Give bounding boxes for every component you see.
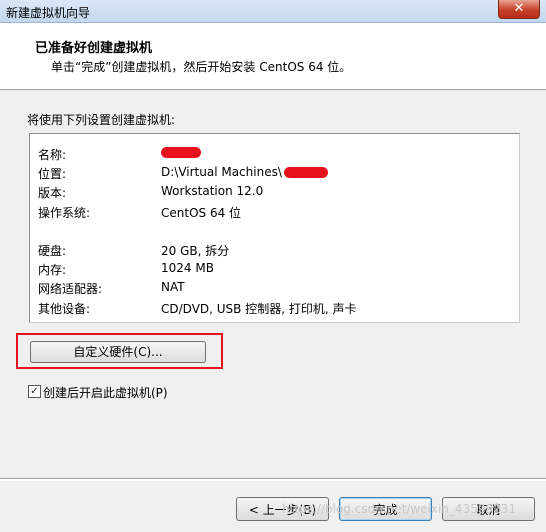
summary-value [161, 146, 201, 160]
title-bar: 新建虚拟机向导 ✕ [0, 0, 546, 23]
summary-value: 20 GB, 拆分 [161, 244, 230, 258]
location-text: D:\Virtual Machines\ [161, 165, 282, 179]
summary-key: 网络适配器: [38, 282, 103, 296]
summary-value: Workstation 12.0 [161, 184, 264, 198]
redaction-mark [283, 167, 328, 178]
close-button[interactable]: ✕ [498, 0, 540, 19]
summary-key: 名称: [38, 148, 67, 162]
power-on-label[interactable]: 创建后开启此虚拟机(P) [43, 384, 168, 401]
watermark-text: https://blog.csdn.net/weixin_43599231 [282, 502, 517, 516]
header-subtitle: 单击“完成”创建虚拟机，然后开始安装 CentOS 64 位。 [51, 60, 352, 74]
summary-key: 版本: [38, 186, 67, 200]
header-title: 已准备好创建虚拟机 [35, 41, 153, 56]
intro-text: 将使用下列设置创建虚拟机: [27, 113, 176, 127]
wizard-header: 已准备好创建虚拟机 单击“完成”创建虚拟机，然后开始安装 CentOS 64 位… [0, 23, 546, 90]
window-title: 新建虚拟机向导 [6, 6, 91, 20]
summary-key: 内存: [38, 263, 67, 277]
summary-value: D:\Virtual Machines\ [161, 165, 328, 179]
summary-key: 硬盘: [38, 244, 67, 258]
power-on-checkbox[interactable]: ✓ [28, 385, 41, 398]
summary-value: NAT [161, 280, 185, 294]
summary-key: 位置: [38, 167, 67, 181]
redaction-mark [161, 147, 201, 158]
summary-value: CD/DVD, USB 控制器, 打印机, 声卡 [161, 302, 357, 316]
settings-summary: 名称: 位置: D:\Virtual Machines\ 版本: Worksta… [29, 133, 520, 323]
summary-value: 1024 MB [161, 261, 214, 275]
summary-key: 其他设备: [38, 302, 91, 316]
summary-value: CentOS 64 位 [161, 206, 242, 220]
footer-divider [0, 478, 546, 481]
summary-key: 操作系统: [38, 206, 91, 220]
annotation-highlight-box [16, 333, 223, 369]
